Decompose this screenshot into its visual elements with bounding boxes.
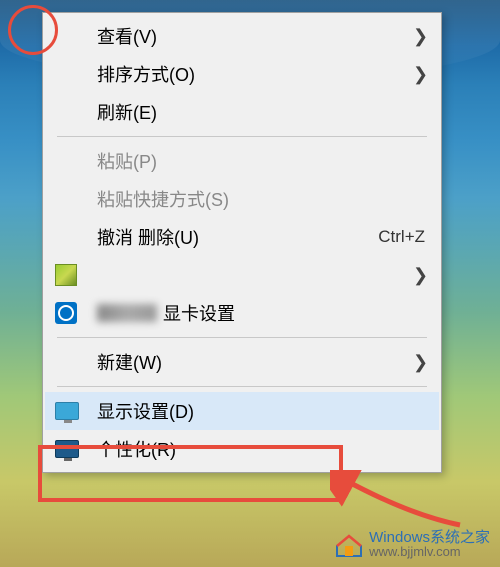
menu-item-graphics-settings[interactable]: 显卡设置 bbox=[45, 294, 439, 332]
menu-label: 排序方式(O) bbox=[97, 61, 413, 87]
green-square-icon bbox=[55, 263, 87, 287]
chevron-right-icon: ❯ bbox=[413, 64, 425, 85]
chevron-right-icon: ❯ bbox=[413, 352, 425, 373]
menu-item-refresh[interactable]: 刷新(E) bbox=[45, 93, 439, 131]
menu-item-undo-delete[interactable]: 撤消 删除(U) Ctrl+Z bbox=[45, 218, 439, 256]
icon-slot bbox=[55, 100, 87, 124]
menu-label: 查看(V) bbox=[97, 23, 413, 49]
menu-separator bbox=[57, 337, 427, 338]
intel-icon bbox=[55, 301, 87, 325]
watermark-logo-icon bbox=[335, 532, 363, 558]
watermark-url: www.bjjmlv.com bbox=[369, 545, 490, 559]
icon-slot bbox=[55, 149, 87, 173]
menu-item-personalize[interactable]: 个性化(R) bbox=[45, 430, 439, 468]
menu-item-view[interactable]: 查看(V) ❯ bbox=[45, 17, 439, 55]
watermark: Windows系统之家 www.bjjmlv.com bbox=[335, 530, 490, 559]
menu-label: 显卡设置 bbox=[97, 300, 425, 326]
monitor-dark-icon bbox=[55, 437, 87, 461]
menu-label: 粘贴快捷方式(S) bbox=[97, 186, 425, 212]
menu-label: 撤消 删除(U) bbox=[97, 224, 378, 250]
icon-slot bbox=[55, 24, 87, 48]
icon-slot bbox=[55, 187, 87, 211]
menu-item-display-settings[interactable]: 显示设置(D) bbox=[45, 392, 439, 430]
menu-label: 显示设置(D) bbox=[97, 398, 425, 424]
menu-shortcut: Ctrl+Z bbox=[378, 227, 425, 247]
menu-item-paste-shortcut: 粘贴快捷方式(S) bbox=[45, 180, 439, 218]
menu-label: 刷新(E) bbox=[97, 99, 425, 125]
menu-item-paste: 粘贴(P) bbox=[45, 142, 439, 180]
desktop-context-menu: 查看(V) ❯ 排序方式(O) ❯ 刷新(E) 粘贴(P) 粘贴快捷方式(S) … bbox=[42, 12, 442, 473]
menu-label: 新建(W) bbox=[97, 349, 413, 375]
chevron-right-icon: ❯ bbox=[413, 26, 425, 47]
menu-item-app-blurred[interactable]: ❯ bbox=[45, 256, 439, 294]
menu-label: 粘贴(P) bbox=[97, 148, 425, 174]
icon-slot bbox=[55, 62, 87, 86]
menu-item-new[interactable]: 新建(W) ❯ bbox=[45, 343, 439, 381]
menu-separator bbox=[57, 136, 427, 137]
icon-slot bbox=[55, 225, 87, 249]
menu-separator bbox=[57, 386, 427, 387]
chevron-right-icon: ❯ bbox=[413, 265, 425, 286]
monitor-icon bbox=[55, 399, 87, 423]
menu-label: 个性化(R) bbox=[97, 436, 425, 462]
annotation-circle bbox=[8, 5, 58, 55]
icon-slot bbox=[55, 350, 87, 374]
menu-item-sort[interactable]: 排序方式(O) ❯ bbox=[45, 55, 439, 93]
